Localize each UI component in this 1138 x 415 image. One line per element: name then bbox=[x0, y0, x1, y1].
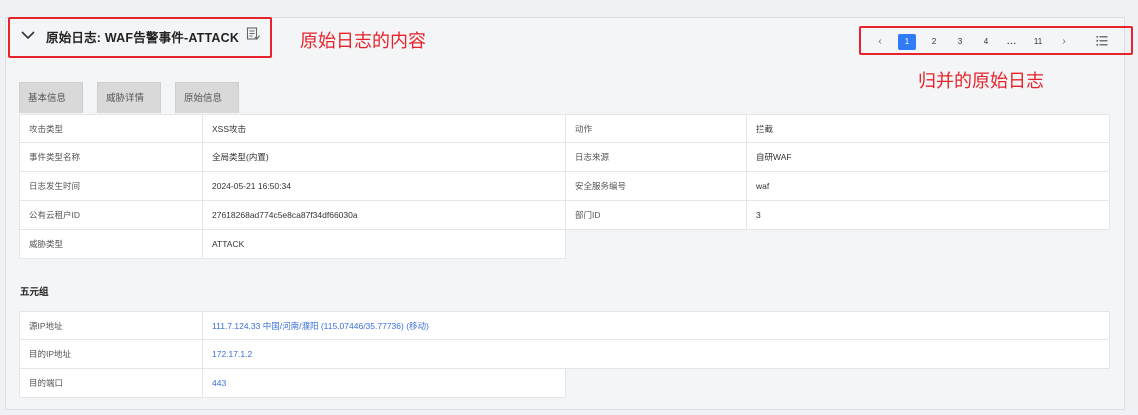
field-label: 部门ID bbox=[566, 201, 747, 230]
table-row: 目的IP地址 172.17.1.2 bbox=[19, 340, 1110, 369]
detail-tabs: 基本信息 威胁详情 原始信息 bbox=[19, 82, 253, 113]
source-ip-link[interactable]: 111.7.124.33 中国/河南/濮阳 (115.07446/35.7773… bbox=[203, 311, 1110, 340]
field-label: 日志发生时间 bbox=[19, 172, 203, 201]
page: 原始日志: WAF告警事件-ATTACK ‹ 1 2 3 4 ... 11 › bbox=[0, 0, 1138, 415]
field-label: 目的端口 bbox=[19, 369, 203, 398]
annotation-label-merged-logs: 归并的原始日志 bbox=[918, 71, 1044, 91]
annotation-label-log-content: 原始日志的内容 bbox=[300, 31, 426, 51]
field-value: 2024-05-21 16:50:34 bbox=[203, 172, 566, 201]
field-value: ATTACK bbox=[203, 230, 566, 259]
field-value: 自研WAF bbox=[747, 143, 1110, 172]
field-value: 全局类型(内置) bbox=[203, 143, 566, 172]
field-label: 目的IP地址 bbox=[19, 340, 203, 369]
five-tuple-table: 源IP地址 111.7.124.33 中国/河南/濮阳 (115.07446/3… bbox=[19, 311, 1110, 398]
field-label: 日志来源 bbox=[566, 143, 747, 172]
table-row: 公有云租户ID 27618268ad774c5e8ca87f34df66030a… bbox=[19, 201, 1110, 230]
annotation-box-merged-logs bbox=[859, 26, 1133, 55]
table-row: 事件类型名称 全局类型(内置) 日志来源 自研WAF bbox=[19, 143, 1110, 172]
field-label: 源IP地址 bbox=[19, 311, 203, 340]
basic-info-table: 攻击类型 XSS攻击 动作 拦截 事件类型名称 全局类型(内置) 日志来源 自研… bbox=[19, 114, 1110, 259]
empty-cell bbox=[566, 230, 1110, 259]
field-label: 动作 bbox=[566, 114, 747, 143]
field-value: 拦截 bbox=[747, 114, 1110, 143]
table-row: 攻击类型 XSS攻击 动作 拦截 bbox=[19, 114, 1110, 143]
table-row: 目的端口 443 bbox=[19, 369, 1110, 398]
destination-ip-link[interactable]: 172.17.1.2 bbox=[203, 340, 1110, 369]
table-row: 威胁类型 ATTACK bbox=[19, 230, 1110, 259]
tab-basic-info[interactable]: 基本信息 bbox=[19, 82, 83, 113]
field-label: 威胁类型 bbox=[19, 230, 203, 259]
field-value: 3 bbox=[747, 201, 1110, 230]
field-value: 27618268ad774c5e8ca87f34df66030a bbox=[203, 201, 566, 230]
tab-raw-info[interactable]: 原始信息 bbox=[175, 82, 239, 113]
table-row: 源IP地址 111.7.124.33 中国/河南/濮阳 (115.07446/3… bbox=[19, 311, 1110, 340]
field-label: 攻击类型 bbox=[19, 114, 203, 143]
field-label: 公有云租户ID bbox=[19, 201, 203, 230]
field-value: XSS攻击 bbox=[203, 114, 566, 143]
field-value: waf bbox=[747, 172, 1110, 201]
tab-threat-details[interactable]: 威胁详情 bbox=[97, 82, 161, 113]
five-tuple-title: 五元组 bbox=[20, 287, 49, 298]
destination-port-link[interactable]: 443 bbox=[203, 369, 566, 398]
annotation-box-log-content bbox=[8, 17, 272, 58]
empty-cell bbox=[566, 369, 1110, 398]
field-label: 安全服务编号 bbox=[566, 172, 747, 201]
table-row: 日志发生时间 2024-05-21 16:50:34 安全服务编号 waf bbox=[19, 172, 1110, 201]
field-label: 事件类型名称 bbox=[19, 143, 203, 172]
